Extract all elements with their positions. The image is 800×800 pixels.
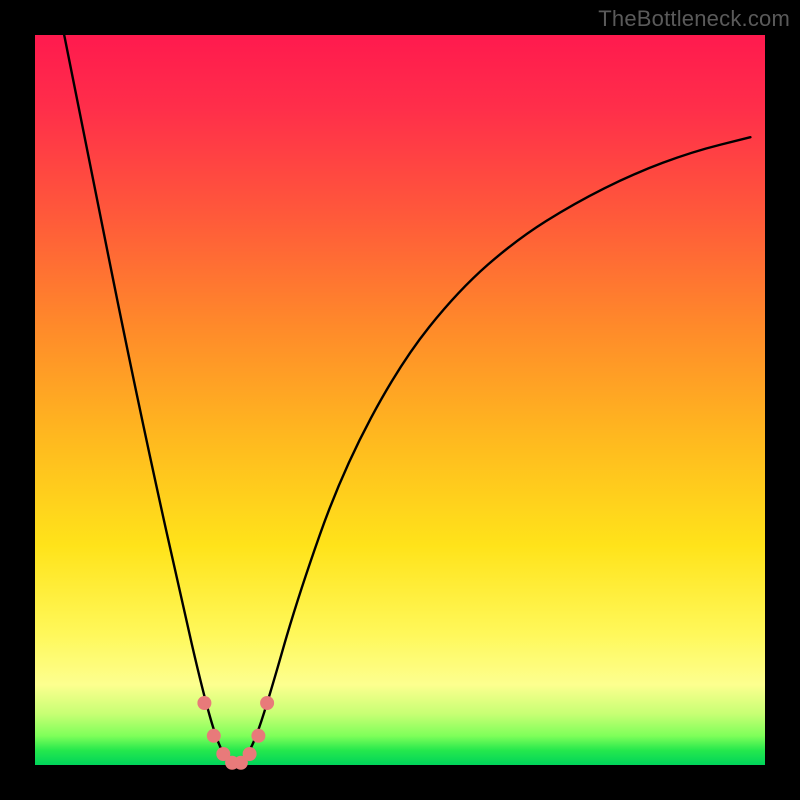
bottleneck-curve bbox=[64, 35, 750, 764]
chart-svg bbox=[35, 35, 765, 765]
valley-markers bbox=[197, 696, 274, 770]
watermark-text: TheBottleneck.com bbox=[598, 6, 790, 32]
plot-area bbox=[35, 35, 765, 765]
valley-marker bbox=[251, 729, 265, 743]
valley-marker bbox=[207, 729, 221, 743]
chart-frame: TheBottleneck.com bbox=[0, 0, 800, 800]
valley-marker bbox=[243, 747, 257, 761]
valley-marker bbox=[260, 696, 274, 710]
valley-marker bbox=[197, 696, 211, 710]
